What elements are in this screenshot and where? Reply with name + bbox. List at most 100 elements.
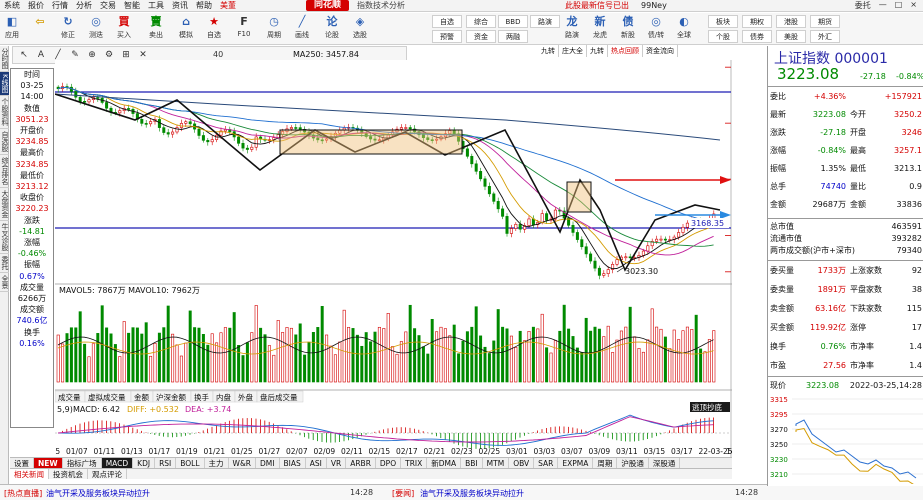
k-panel-tab-0[interactable]: 九转 (538, 45, 559, 57)
news-left-link[interactable]: 油气开采及服务板块异动拉升 (46, 488, 150, 499)
indicator-tab-5[interactable]: RSI (155, 458, 177, 468)
toolbar-button-11[interactable]: 论论股 (320, 15, 344, 43)
indicator-tab-7[interactable]: 主力 (205, 458, 229, 468)
toolbar-button-10[interactable]: ╱ 画线 (290, 15, 314, 43)
toolbar-button-0[interactable]: ◧ 应用 (0, 15, 24, 43)
menu-help[interactable]: 帮助 (192, 0, 216, 11)
maximize-button[interactable]: □ (895, 0, 903, 11)
leftstrip-tab-4[interactable]: 综合排名 (0, 155, 9, 188)
indicator-tab-10[interactable]: BIAS (280, 458, 306, 468)
volume-tab-5[interactable]: 内盘 (216, 392, 231, 402)
leftstrip-tab-5[interactable]: 大盘资金 (0, 188, 9, 221)
toolbar-right-button-2[interactable]: 债新股 (616, 15, 640, 43)
menu-analysis[interactable]: 分析 (72, 0, 96, 11)
toolbar-right-button-1[interactable]: 新龙虎 (588, 15, 612, 43)
toolbar-button-2[interactable]: ↻ 修正 (56, 15, 80, 43)
indicator-tab-6[interactable]: BOLL (176, 458, 205, 468)
toolbar-button-4[interactable]: 買买入 (112, 15, 136, 43)
volume-tab-0[interactable]: 成交量 (58, 392, 81, 402)
toolbar-small-2[interactable]: BBD (498, 15, 528, 28)
news-tab-2[interactable]: 观点评论 (88, 469, 127, 479)
menu-us-stock[interactable]: 美董 (216, 0, 240, 11)
k-panel-tab-2[interactable]: 九转 (587, 45, 608, 57)
toolbar-market-4[interactable]: 港股 (776, 15, 806, 28)
entrust-button[interactable]: 委托 (855, 0, 871, 11)
news-right-link[interactable]: 油气开采及服务板块异动拉升 (420, 488, 524, 499)
volume-tab-1[interactable]: 虚拟成交量 (88, 392, 126, 402)
toolbar-button-6[interactable]: ⌂ 模拟 (174, 15, 198, 43)
arrow-icon[interactable]: ↖ (17, 49, 31, 61)
text-icon[interactable]: A (34, 49, 48, 61)
k-panel-tab-4[interactable]: 资金流向 (643, 45, 678, 57)
news-tab-0[interactable]: 相关新闻 (10, 469, 49, 479)
indicator-tab-15[interactable]: TRIX (401, 458, 428, 468)
news-tab-1[interactable]: 投资机会 (49, 469, 88, 479)
toolbar-button-7[interactable]: ★ 自选 (202, 15, 226, 43)
toolbar-small-5[interactable]: 资金 (466, 30, 496, 43)
indicator-tab-19[interactable]: OBV (509, 458, 535, 468)
toolbar-button-5[interactable]: 賣卖出 (144, 15, 168, 43)
toolbar-small-0[interactable]: 自选 (432, 15, 462, 28)
toolbar-button-1[interactable]: ⇦ (28, 15, 52, 43)
toolbar-button-8[interactable]: F F10 (232, 15, 256, 43)
indicator-tab-2[interactable]: 指标广场 (63, 458, 102, 468)
macd-badge[interactable]: 逃顶抄底 (692, 402, 722, 412)
indicator-tab-23[interactable]: 沪股通 (617, 458, 649, 468)
close-button[interactable]: × (910, 0, 917, 11)
menu-trade[interactable]: 交易 (96, 0, 120, 11)
indicator-tab-13[interactable]: ARBR (346, 458, 376, 468)
signal-ticker[interactable]: 此股最新信号已出 (565, 0, 629, 11)
indicator-tab-17[interactable]: BBI (461, 458, 483, 468)
volume-tab-2[interactable]: 金额 (134, 392, 149, 402)
k-panel-tab-3[interactable]: 热点回顾 (608, 45, 643, 57)
username[interactable]: 99Ney (641, 1, 667, 10)
indicator-tab-20[interactable]: SAR (534, 458, 559, 468)
toolbar-market-7[interactable]: 外汇 (810, 30, 840, 43)
k-line-chart[interactable]: 368735133339316430513023.303168.35MAVOL5… (55, 60, 732, 485)
menu-smart[interactable]: 智能 (120, 0, 144, 11)
indicator-tab-4[interactable]: KDJ (133, 458, 156, 468)
indicator-tab-14[interactable]: DPO (376, 458, 402, 468)
leftstrip-tab-8[interactable]: 全景 (0, 273, 9, 292)
toolbar-market-5[interactable]: 美股 (776, 30, 806, 43)
indicator-tab-1[interactable]: NEW (34, 458, 63, 468)
volume-tab-6[interactable]: 外盘 (238, 392, 253, 402)
toolbar-right-button-0[interactable]: 龙路演 (560, 15, 584, 43)
indicator-tab-9[interactable]: DMI (256, 458, 280, 468)
toolbar-market-2[interactable]: 期权 (742, 15, 772, 28)
leftstrip-tab-7[interactable]: 委托 (0, 254, 9, 273)
volume-tab-3[interactable]: 沪深金额 (156, 392, 186, 402)
toolbar-market-3[interactable]: 债券 (742, 30, 772, 43)
toolbar-small-1[interactable]: 综合 (466, 15, 496, 28)
indicator-tab-11[interactable]: ASI (306, 458, 327, 468)
menu-system[interactable]: 系统 (0, 0, 24, 11)
indicator-tab-0[interactable]: 设置 (10, 458, 34, 468)
menu-tools[interactable]: 工具 (144, 0, 168, 11)
indicator-tab-3[interactable]: MACD (101, 458, 134, 468)
toolbar-right-button-4[interactable]: ◐ 全球 (672, 15, 696, 43)
indicator-tab-12[interactable]: VR (327, 458, 347, 468)
leftstrip-tab-6[interactable]: 牛叉诊股 (0, 221, 9, 254)
indicator-tab-24[interactable]: 深股通 (649, 458, 681, 468)
leftstrip-tab-3[interactable]: 自选股 (0, 129, 9, 155)
k-panel-tab-1[interactable]: 庄大全 (559, 45, 587, 57)
toolbar-market-1[interactable]: 个股 (708, 30, 738, 43)
toolbar-market-6[interactable]: 期货 (810, 15, 840, 28)
toolbar-small-6[interactable]: 两融 (498, 30, 528, 43)
leftstrip-tab-2[interactable]: 个股资料 (0, 96, 9, 129)
toolbar-button-3[interactable]: ◎ 测迭 (84, 15, 108, 43)
toolbar-small-4[interactable]: 预警 (432, 30, 462, 43)
menu-quote[interactable]: 报价 (24, 0, 48, 11)
menu-market[interactable]: 行情 (48, 0, 72, 11)
menu-info[interactable]: 资讯 (168, 0, 192, 11)
toolbar-market-0[interactable]: 板块 (708, 15, 738, 28)
minimize-button[interactable]: — (879, 0, 887, 11)
leftstrip-tab-1[interactable]: K线图 (0, 72, 9, 96)
indicator-tab-21[interactable]: EXPMA (558, 458, 594, 468)
indicator-tab-18[interactable]: MTM (483, 458, 510, 468)
volume-tab-4[interactable]: 换手 (194, 392, 209, 402)
toolbar-button-12[interactable]: ◈ 选股 (348, 15, 372, 43)
toolbar-right-button-3[interactable]: ◎ 债/转 (644, 15, 668, 43)
volume-tab-7[interactable]: 盘后成交量 (260, 392, 298, 402)
indicator-tab-22[interactable]: 周期 (593, 458, 618, 468)
